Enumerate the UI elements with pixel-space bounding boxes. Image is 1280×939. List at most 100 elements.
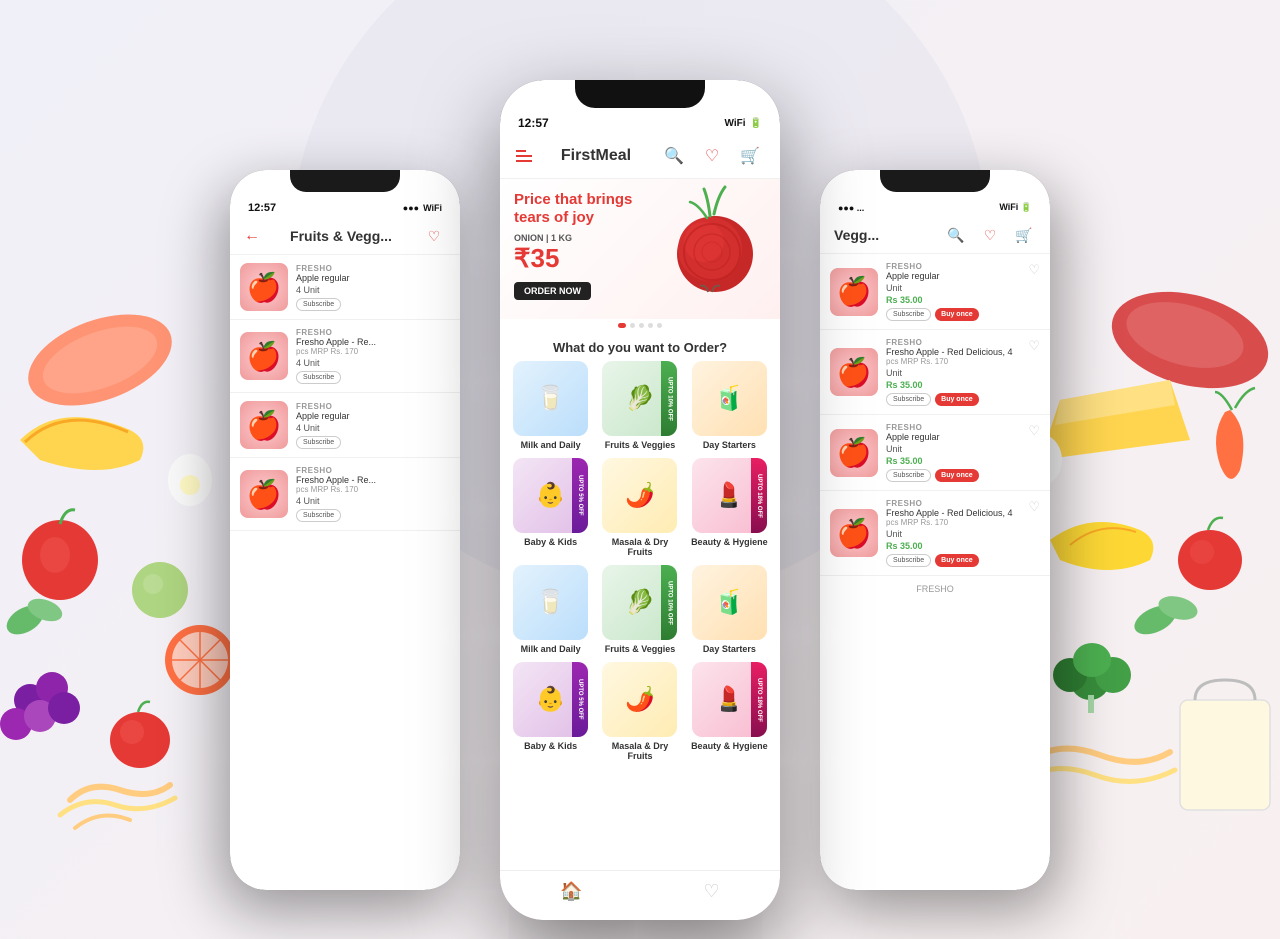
product-name-sub: pcs MRP Rs. 170: [296, 485, 450, 494]
status-icons-right: WiFi 🔋: [999, 202, 1032, 213]
phone-right: ●●● ... WiFi 🔋 Vegg... 🔍 ♡ 🛒: [820, 170, 1050, 890]
product-item: 🍎 FRESHO Apple regular 4 Unit Subscribe: [230, 255, 460, 320]
subscribe-button[interactable]: Subscribe: [296, 509, 341, 522]
category-milk-label-2: Milk and Daily: [521, 644, 581, 654]
wifi-center: WiFi: [725, 118, 746, 129]
banner-product: ONION | 1 KG: [514, 233, 766, 243]
signal-icon-left: ●●●: [403, 203, 419, 213]
home-nav-icon[interactable]: 🏠: [560, 881, 582, 902]
app-name-center: FirstMeal: [561, 147, 631, 165]
category-baby-img-2: 👶 Upto 5% OFF: [513, 662, 588, 737]
product-brand: FRESHO: [296, 466, 450, 475]
category-day-starters-2[interactable]: 🧃 Day Starters: [689, 565, 770, 654]
phone-right-screen: ●●● ... WiFi 🔋 Vegg... 🔍 ♡ 🛒: [820, 170, 1050, 890]
category-day-starters-1[interactable]: 🧃 Day Starters: [689, 361, 770, 450]
buy-once-button[interactable]: Buy once: [935, 554, 979, 567]
favorite-icon[interactable]: ♡: [1028, 499, 1040, 515]
time-center: 12:57: [518, 116, 549, 130]
favorite-icon[interactable]: ♡: [1028, 423, 1040, 439]
subscribe-button[interactable]: Subscribe: [296, 436, 341, 449]
product-actions: Subscribe: [296, 298, 450, 311]
category-baby-label-2: Baby & Kids: [524, 741, 577, 751]
product-name-sub: pcs MRP Rs. 170: [886, 357, 1013, 366]
favorite-icon[interactable]: ♡: [1028, 338, 1040, 354]
order-now-button[interactable]: ORDER NOW: [514, 282, 591, 300]
category-masala-2[interactable]: 🌶️ Masala & Dry Fruits: [599, 662, 680, 761]
category-baby-img: 👶 Upto 5% OFF: [513, 458, 588, 533]
product-name: Apple regular: [886, 432, 979, 442]
product-price: Rs 35.00: [886, 380, 1013, 390]
dot-3[interactable]: [639, 323, 644, 328]
product-info: FRESHO Apple regular 4 Unit Subscribe: [296, 264, 450, 311]
heart-icon-center[interactable]: ♡: [698, 142, 726, 170]
apple-img: 🍎: [830, 509, 878, 557]
discount-badge-fruits-2: Upto 10% OFF: [661, 565, 677, 640]
dot-4[interactable]: [648, 323, 653, 328]
hamburger-line-3: [516, 160, 532, 162]
hamburger-line-1: [516, 150, 526, 152]
product-item: 🍎 FRESHO Apple regular 4 Unit Subscribe: [230, 393, 460, 458]
subscribe-button[interactable]: Subscribe: [886, 393, 931, 406]
product-image: 🍎: [830, 268, 878, 316]
category-beauty-2[interactable]: 💄 Upto 18% OFF Beauty & Hygiene: [689, 662, 770, 761]
product-actions: Subscribe Buy once: [886, 469, 979, 482]
product-list-right: 🍎 FRESHO Apple regular Unit Rs 35.00: [820, 254, 1050, 890]
discount-badge-beauty-2: Upto 18% OFF: [751, 662, 767, 737]
footer-hint: FRESHO: [820, 576, 1050, 602]
bottom-nav-center: 🏠 ♡: [500, 870, 780, 920]
buy-once-button[interactable]: Buy once: [935, 393, 979, 406]
search-icon-center[interactable]: 🔍: [660, 142, 688, 170]
product-actions: Subscribe Buy once: [886, 308, 979, 321]
heart-icon-right[interactable]: ♡: [978, 223, 1002, 247]
cart-icon-center[interactable]: 🛒: [736, 142, 764, 170]
buy-once-button[interactable]: Buy once: [935, 469, 979, 482]
category-milk-dairy[interactable]: 🥛 Milk and Daily: [510, 361, 591, 450]
product-item: 🍎 FRESHO Apple regular Unit Rs 35.00: [820, 415, 1050, 491]
category-milk-dairy-2[interactable]: 🥛 Milk and Daily: [510, 565, 591, 654]
wifi-icon-left: WiFi: [423, 203, 442, 213]
buy-once-button[interactable]: Buy once: [935, 308, 979, 321]
category-day-img-2: 🧃: [692, 565, 767, 640]
dot-5[interactable]: [657, 323, 662, 328]
center-content: 🥛 Milk and Daily 🥬 Upto 10% OFF Fruits &…: [500, 361, 780, 920]
category-baby-kids-2[interactable]: 👶 Upto 5% OFF Baby & Kids: [510, 662, 591, 761]
favorite-icon[interactable]: ♡: [1028, 262, 1040, 278]
banner-price: ₹35: [514, 243, 766, 274]
discount-badge-baby-2: Upto 5% OFF: [572, 662, 588, 737]
day-icon-2: 🧃: [692, 565, 767, 640]
apple-img: 🍎: [240, 263, 288, 311]
search-icon-right[interactable]: 🔍: [944, 223, 968, 247]
dot-1[interactable]: [618, 323, 626, 328]
category-beauty[interactable]: 💄 Upto 18% OFF Beauty & Hygiene: [689, 458, 770, 557]
cart-icon-right[interactable]: 🛒: [1012, 223, 1036, 247]
back-button-left[interactable]: ←: [244, 227, 260, 245]
category-fruits-veggies-2[interactable]: 🥬 Upto 10% OFF Fruits & Veggies: [599, 565, 680, 654]
subscribe-button[interactable]: Subscribe: [886, 554, 931, 567]
notch-right: [880, 170, 990, 192]
product-unit: Unit: [886, 368, 1013, 378]
product-item: 🍎 FRESHO Fresho Apple - Re... pcs MRP Rs…: [230, 458, 460, 531]
time-left: 12:57: [248, 202, 276, 214]
category-fruits-img-1: 🥬 Upto 10% OFF: [602, 361, 677, 436]
subscribe-button[interactable]: Subscribe: [886, 308, 931, 321]
subscribe-button[interactable]: Subscribe: [886, 469, 931, 482]
app-header-center: FirstMeal 🔍 ♡ 🛒: [500, 134, 780, 179]
apple-img: 🍎: [240, 470, 288, 518]
subscribe-button[interactable]: Subscribe: [296, 298, 341, 311]
category-masala[interactable]: 🌶️ Masala & Dry Fruits: [599, 458, 680, 557]
subscribe-button[interactable]: Subscribe: [296, 371, 341, 384]
scroll-content: 🥛 Milk and Daily 🥬 Upto 10% OFF Fruits &…: [500, 361, 780, 920]
heart-nav-icon[interactable]: ♡: [704, 881, 720, 902]
header-icons-right: 🔍 ♡ 🛒: [944, 223, 1036, 247]
dot-2[interactable]: [630, 323, 635, 328]
product-price: Rs 35.00: [886, 295, 979, 305]
banner-text: Price that brings tears of joy ONION | 1…: [514, 191, 766, 300]
category-fruits-veggies-1[interactable]: 🥬 Upto 10% OFF Fruits & Veggies: [599, 361, 680, 450]
notch-center: [575, 80, 705, 108]
category-baby-kids[interactable]: 👶 Upto 5% OFF Baby & Kids: [510, 458, 591, 557]
product-image: 🍎: [240, 470, 288, 518]
category-beauty-img-2: 💄 Upto 18% OFF: [692, 662, 767, 737]
hamburger-menu[interactable]: [516, 150, 532, 162]
banner-tagline: Price that brings tears of joy: [514, 191, 644, 227]
heart-icon-left[interactable]: ♡: [422, 224, 446, 248]
